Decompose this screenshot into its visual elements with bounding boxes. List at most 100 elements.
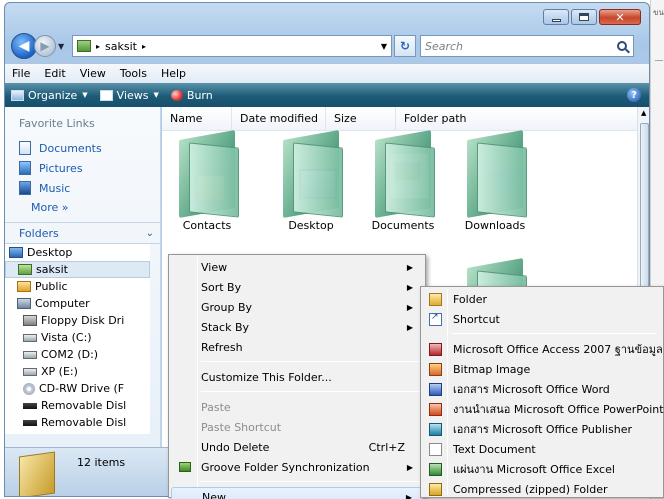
menu-edit[interactable]: Edit (37, 67, 72, 80)
new-menu-item-ppt[interactable]: งานนำเสนอ Microsoft Office PowerPoint (423, 399, 664, 419)
context-menu-item-view[interactable]: View ▶ (171, 257, 423, 277)
tree-item-removable-disl[interactable]: Removable Disl (5, 431, 150, 434)
help-icon[interactable]: ? (627, 88, 641, 102)
folder-item-label: Downloads (464, 219, 526, 232)
organize-button[interactable]: Organize ▼ (5, 89, 94, 102)
column-header-size[interactable]: Size (326, 107, 396, 130)
folder-item-contacts[interactable]: Contacts (162, 130, 252, 232)
desktop-folder-icon (275, 130, 347, 218)
new-menu-item-word[interactable]: เอกสาร Microsoft Office Word (423, 379, 661, 399)
folders-header[interactable]: Folders ⌄ (5, 222, 160, 244)
tree-item-public[interactable]: Public (5, 278, 150, 295)
menu-bar: File Edit View Tools Help (5, 63, 649, 83)
menu-help[interactable]: Help (154, 67, 193, 80)
context-menu-item-undo-delete[interactable]: Undo Delete Ctrl+Z (171, 437, 423, 457)
favorite-link-documents[interactable]: Documents (19, 138, 160, 158)
folder-item-downloads[interactable]: Downloads (450, 130, 540, 232)
close-button[interactable]: ✕ (599, 9, 641, 25)
views-button[interactable]: Views ▼ (94, 89, 165, 102)
breadcrumb-separator-icon[interactable]: ▸ (96, 42, 100, 51)
maximize-button[interactable] (571, 9, 597, 25)
context-menu-item-paste-shortcut[interactable]: Paste Shortcut (171, 417, 423, 437)
documents-icon (19, 141, 31, 155)
command-toolbar: Organize ▼ Views ▼ Burn ? (5, 83, 649, 107)
tree-item-removable-disl[interactable]: Removable Disl (5, 414, 150, 431)
column-header-date-modified[interactable]: Date modified (232, 107, 326, 130)
tree-item-label: Floppy Disk Dri (41, 314, 125, 327)
tree-item-removable-disl[interactable]: Removable Disl (5, 397, 150, 414)
tree-item-label: XP (E:) (41, 365, 78, 378)
column-header-name[interactable]: Name (162, 107, 232, 130)
context-menu-item-groove-folder-synchronization[interactable]: Groove Folder Synchronization ▶ (171, 457, 423, 477)
ppt-icon (429, 402, 442, 416)
breadcrumb-saksit[interactable]: saksit (105, 40, 137, 53)
new-menu-item-zip[interactable]: Compressed (zipped) Folder (423, 479, 661, 499)
removable-icon (23, 419, 37, 426)
tree-item-xp-e[interactable]: XP (E:) (5, 363, 150, 380)
burn-label: Burn (186, 88, 213, 102)
tree-item-label: Public (35, 280, 68, 293)
favorite-links-list: Documents Pictures Music (5, 130, 160, 198)
divider (655, 60, 663, 61)
submenu-arrow-icon: ▶ (406, 462, 413, 472)
tree-item-label: Vista (C:) (41, 331, 92, 344)
folder-item-desktop[interactable]: Desktop (266, 130, 356, 232)
context-menu-item-stack-by[interactable]: Stack By ▶ (171, 317, 423, 337)
back-arrow-icon: ◀ (18, 38, 30, 54)
context-menu-item-sort-by[interactable]: Sort By ▶ (171, 277, 423, 297)
tree-item-saksit[interactable]: saksit (5, 261, 150, 278)
more-links-button[interactable]: More » (5, 198, 160, 216)
search-icon[interactable] (617, 41, 627, 51)
favorite-link-label: Pictures (39, 161, 83, 175)
context-menu-item-paste[interactable]: Paste (171, 397, 423, 417)
menu-item-label: เอกสาร Microsoft Office Word (453, 383, 610, 396)
submenu-arrow-icon: ▶ (406, 302, 413, 312)
new-menu-item-bitmap[interactable]: Bitmap Image (423, 359, 661, 379)
context-menu-item-customize-this-folder[interactable]: Customize This Folder... (171, 367, 423, 387)
tree-item-floppy-disk-dri[interactable]: Floppy Disk Dri (5, 312, 150, 329)
address-dropdown-icon[interactable]: ▼ (381, 42, 387, 51)
context-menu-item-group-by[interactable]: Group By ▶ (171, 297, 423, 317)
tree-item-cd-rw-drive-f[interactable]: CD-RW Drive (F (5, 380, 150, 397)
drive-icon (23, 367, 37, 376)
refresh-button[interactable]: ↻ (394, 35, 416, 57)
column-headers: Name Date modified Size Folder path (162, 107, 649, 131)
breadcrumb-separator-icon[interactable]: ▸ (142, 42, 146, 51)
new-menu-item-pub[interactable]: เอกสาร Microsoft Office Publisher (423, 419, 661, 439)
tree-item-desktop[interactable]: Desktop (5, 244, 150, 261)
tree-item-computer[interactable]: Computer (5, 295, 150, 312)
folders-label: Folders (19, 226, 59, 240)
menu-item-label: Undo Delete (201, 440, 270, 454)
context-menu-item-new[interactable]: New ▶ (171, 487, 423, 499)
minimize-button[interactable] (543, 9, 569, 25)
new-menu-item-access[interactable]: Microsoft Office Access 2007 ฐานข้อมูล (423, 339, 663, 359)
favorite-link-pictures[interactable]: Pictures (19, 158, 160, 178)
burn-button[interactable]: Burn (165, 89, 219, 102)
scroll-up-icon[interactable]: ▲ (641, 109, 646, 117)
new-menu-item-excel[interactable]: แผ่นงาน Microsoft Office Excel (423, 459, 661, 479)
menu-file[interactable]: File (5, 67, 37, 80)
context-menu-item-refresh[interactable]: Refresh (171, 337, 423, 357)
favorite-link-music[interactable]: Music (19, 178, 160, 198)
drive-icon (23, 333, 37, 342)
new-menu-item-shortcut[interactable]: Shortcut (423, 309, 661, 329)
new-menu-item-folder[interactable]: Folder (423, 289, 661, 309)
menu-item-label: View (201, 260, 228, 274)
tree-item-com2-d[interactable]: COM2 (D:) (5, 346, 150, 363)
address-bar[interactable]: ▸ saksit ▸ ▼ (72, 35, 392, 57)
recent-pages-dropdown[interactable]: ▼ (58, 42, 68, 51)
tree-item-label: Desktop (27, 246, 73, 259)
column-header-folder-path[interactable]: Folder path (396, 107, 490, 130)
new-submenu: Folder Shortcut Microsoft Office Access 20… (420, 286, 664, 498)
contacts-folder-icon (171, 130, 243, 218)
menu-item-label: Compressed (zipped) Folder (453, 482, 608, 496)
menu-view[interactable]: View (73, 67, 113, 80)
cd-icon (23, 382, 35, 395)
menu-tools[interactable]: Tools (113, 67, 154, 80)
forward-button[interactable]: ▶ (34, 35, 56, 57)
folder-item-documents[interactable]: Documents (358, 130, 448, 232)
tree-item-vista-c[interactable]: Vista (C:) (5, 329, 150, 346)
search-input[interactable]: Search (420, 35, 634, 57)
menu-item-label: Bitmap Image (453, 362, 531, 376)
new-menu-item-text[interactable]: Text Document (423, 439, 661, 459)
